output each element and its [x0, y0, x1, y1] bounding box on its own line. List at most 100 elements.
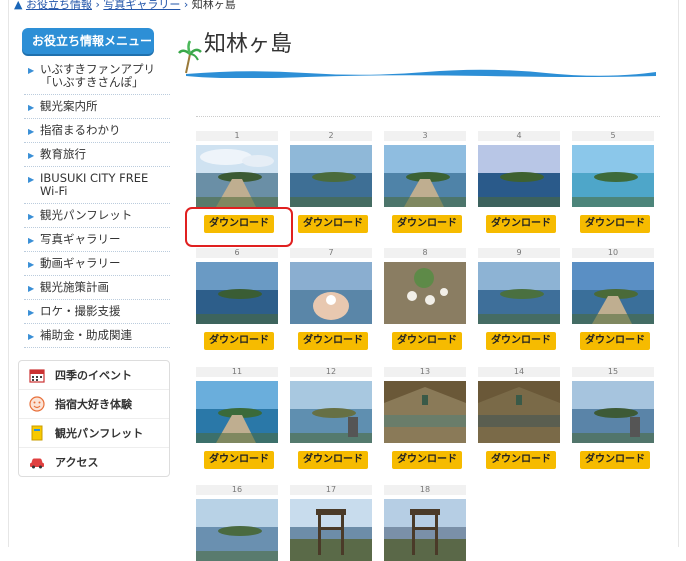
- link-access[interactable]: アクセス: [19, 448, 169, 476]
- photo-thumbnail[interactable]: [196, 499, 278, 561]
- arrow-icon: ▶: [28, 332, 35, 341]
- sidebar-item-label: ロケ・撮影支援: [40, 304, 121, 318]
- link-label: 指宿大好き体験: [55, 398, 132, 411]
- download-button[interactable]: ダウンロード: [298, 215, 368, 233]
- sidebar-item-location[interactable]: ▶ ロケ・撮影支援: [24, 300, 170, 324]
- photo-thumbnail[interactable]: [384, 381, 466, 443]
- sidebar-item-label: IBUSUKI CITY FREE Wi-Fi: [40, 171, 149, 198]
- gallery-item: 9 ダウンロード: [478, 248, 560, 350]
- arrow-icon: ▶: [28, 212, 35, 221]
- download-button[interactable]: ダウンロード: [392, 332, 462, 350]
- sidebar-item-label: 動画ギャラリー: [40, 256, 121, 270]
- sidebar-item-label: 観光案内所: [40, 99, 98, 113]
- title-wave-divider: [186, 69, 656, 78]
- gallery-item: 14 ダウンロード: [478, 367, 560, 469]
- download-button[interactable]: ダウンロード: [580, 215, 650, 233]
- photo-thumbnail[interactable]: [384, 499, 466, 561]
- sidebar-item-label: 補助金・助成関連: [40, 328, 132, 342]
- sidebar-link-boxes: 四季のイベント 指宿大好き体験 観光パンフレット アクセス: [18, 360, 170, 477]
- photo-thumbnail[interactable]: [290, 381, 372, 443]
- arrow-icon: ▶: [28, 151, 35, 160]
- link-label: 観光パンフレット: [55, 427, 144, 440]
- arrow-icon: ▶: [28, 175, 35, 184]
- gallery-item: 15 ダウンロード: [572, 367, 654, 469]
- photo-number: 5: [572, 131, 654, 141]
- download-button[interactable]: ダウンロード: [392, 215, 462, 233]
- home-icon[interactable]: ▲: [14, 0, 22, 11]
- download-button[interactable]: ダウンロード: [486, 451, 556, 469]
- sidebar-item-tourist-info[interactable]: ▶ 観光案内所: [24, 95, 170, 119]
- sidebar-header: お役立ち情報メニュー: [22, 28, 154, 54]
- breadcrumb-current: 知林ヶ島: [191, 0, 236, 11]
- sidebar-item-app[interactable]: ▶ いぶすきファンアプリ「いぶすきさんぽ」: [24, 58, 170, 95]
- sidebar-item-label: いぶすきファンアプリ「いぶすきさんぽ」: [40, 62, 155, 89]
- gallery-item: 5 ダウンロード: [572, 131, 654, 233]
- photo-number: 18: [384, 485, 466, 495]
- download-button[interactable]: ダウンロード: [486, 332, 556, 350]
- sidebar-item-label: 写真ギャラリー: [40, 232, 121, 246]
- breadcrumb: ▲ お役立ち情報 › 写真ギャラリー › 知林ヶ島: [14, 0, 236, 12]
- photo-thumbnail[interactable]: [290, 145, 372, 207]
- sidebar-item-photo-gallery[interactable]: ▶ 写真ギャラリー: [24, 228, 170, 252]
- photo-number: 11: [196, 367, 278, 377]
- gallery-item: 6 ダウンロード: [196, 248, 278, 350]
- breadcrumb-item-info[interactable]: お役立ち情報: [26, 0, 92, 11]
- photo-thumbnail[interactable]: [572, 262, 654, 324]
- photo-number: 15: [572, 367, 654, 377]
- photo-thumbnail[interactable]: [572, 145, 654, 207]
- sidebar-item-pamphlet[interactable]: ▶ 観光パンフレット: [24, 204, 170, 228]
- photo-number: 1: [196, 131, 278, 141]
- sidebar-item-overview[interactable]: ▶ 指宿まるわかり: [24, 119, 170, 143]
- gallery-item: 8 ダウンロード: [384, 248, 466, 350]
- link-seasonal-events[interactable]: 四季のイベント: [19, 361, 169, 390]
- download-button[interactable]: ダウンロード: [298, 332, 368, 350]
- photo-thumbnail[interactable]: [290, 499, 372, 561]
- sidebar-item-plan[interactable]: ▶ 観光施策計画: [24, 276, 170, 300]
- photo-number: 6: [196, 248, 278, 258]
- gallery-item: 13 ダウンロード: [384, 367, 466, 469]
- photo-thumbnail[interactable]: [290, 262, 372, 324]
- photo-thumbnail[interactable]: [196, 145, 278, 207]
- download-button[interactable]: ダウンロード: [204, 332, 274, 350]
- photo-number: 16: [196, 485, 278, 495]
- arrow-icon: ▶: [28, 236, 35, 245]
- download-button[interactable]: ダウンロード: [580, 451, 650, 469]
- sidebar-item-label: 教育旅行: [40, 147, 86, 161]
- gallery-item: 1 ダウンロード: [196, 131, 278, 233]
- download-button[interactable]: ダウンロード: [298, 451, 368, 469]
- photo-thumbnail[interactable]: [478, 381, 560, 443]
- photo-number: 4: [478, 131, 560, 141]
- page-title: 知林ヶ島: [204, 32, 293, 57]
- link-label: アクセス: [55, 456, 99, 469]
- sidebar-item-subsidy[interactable]: ▶ 補助金・助成関連: [24, 324, 170, 348]
- photo-number: 12: [290, 367, 372, 377]
- sidebar-item-education[interactable]: ▶ 教育旅行: [24, 143, 170, 167]
- photo-thumbnail[interactable]: [384, 145, 466, 207]
- gallery-item: 10 ダウンロード: [572, 248, 654, 350]
- download-button[interactable]: ダウンロード: [204, 451, 274, 469]
- download-button[interactable]: ダウンロード: [580, 332, 650, 350]
- photo-number: 9: [478, 248, 560, 258]
- breadcrumb-item-gallery[interactable]: 写真ギャラリー: [103, 0, 180, 11]
- photo-thumbnail[interactable]: [384, 262, 466, 324]
- arrow-icon: ▶: [28, 260, 35, 269]
- sidebar-menu: ▶ いぶすきファンアプリ「いぶすきさんぽ」 ▶ 観光案内所 ▶ 指宿まるわかり ▶ 教育…: [18, 58, 170, 348]
- photo-number: 3: [384, 131, 466, 141]
- sidebar-item-video-gallery[interactable]: ▶ 動画ギャラリー: [24, 252, 170, 276]
- photo-thumbnail[interactable]: [196, 262, 278, 324]
- photo-number: 13: [384, 367, 466, 377]
- photo-thumbnail[interactable]: [478, 145, 560, 207]
- breadcrumb-separator: ›: [183, 0, 189, 11]
- smile-icon: [29, 396, 45, 412]
- sidebar-item-label: 観光施策計画: [40, 280, 109, 294]
- photo-thumbnail[interactable]: [478, 262, 560, 324]
- download-button[interactable]: ダウンロード: [486, 215, 556, 233]
- link-pamphlet[interactable]: 観光パンフレット: [19, 419, 169, 448]
- arrow-icon: ▶: [28, 66, 35, 75]
- photo-thumbnail[interactable]: [196, 381, 278, 443]
- sidebar-item-wifi[interactable]: ▶ IBUSUKI CITY FREE Wi-Fi: [24, 167, 170, 204]
- link-experience[interactable]: 指宿大好き体験: [19, 390, 169, 419]
- photo-thumbnail[interactable]: [572, 381, 654, 443]
- photo-number: 17: [290, 485, 372, 495]
- download-button[interactable]: ダウンロード: [392, 451, 462, 469]
